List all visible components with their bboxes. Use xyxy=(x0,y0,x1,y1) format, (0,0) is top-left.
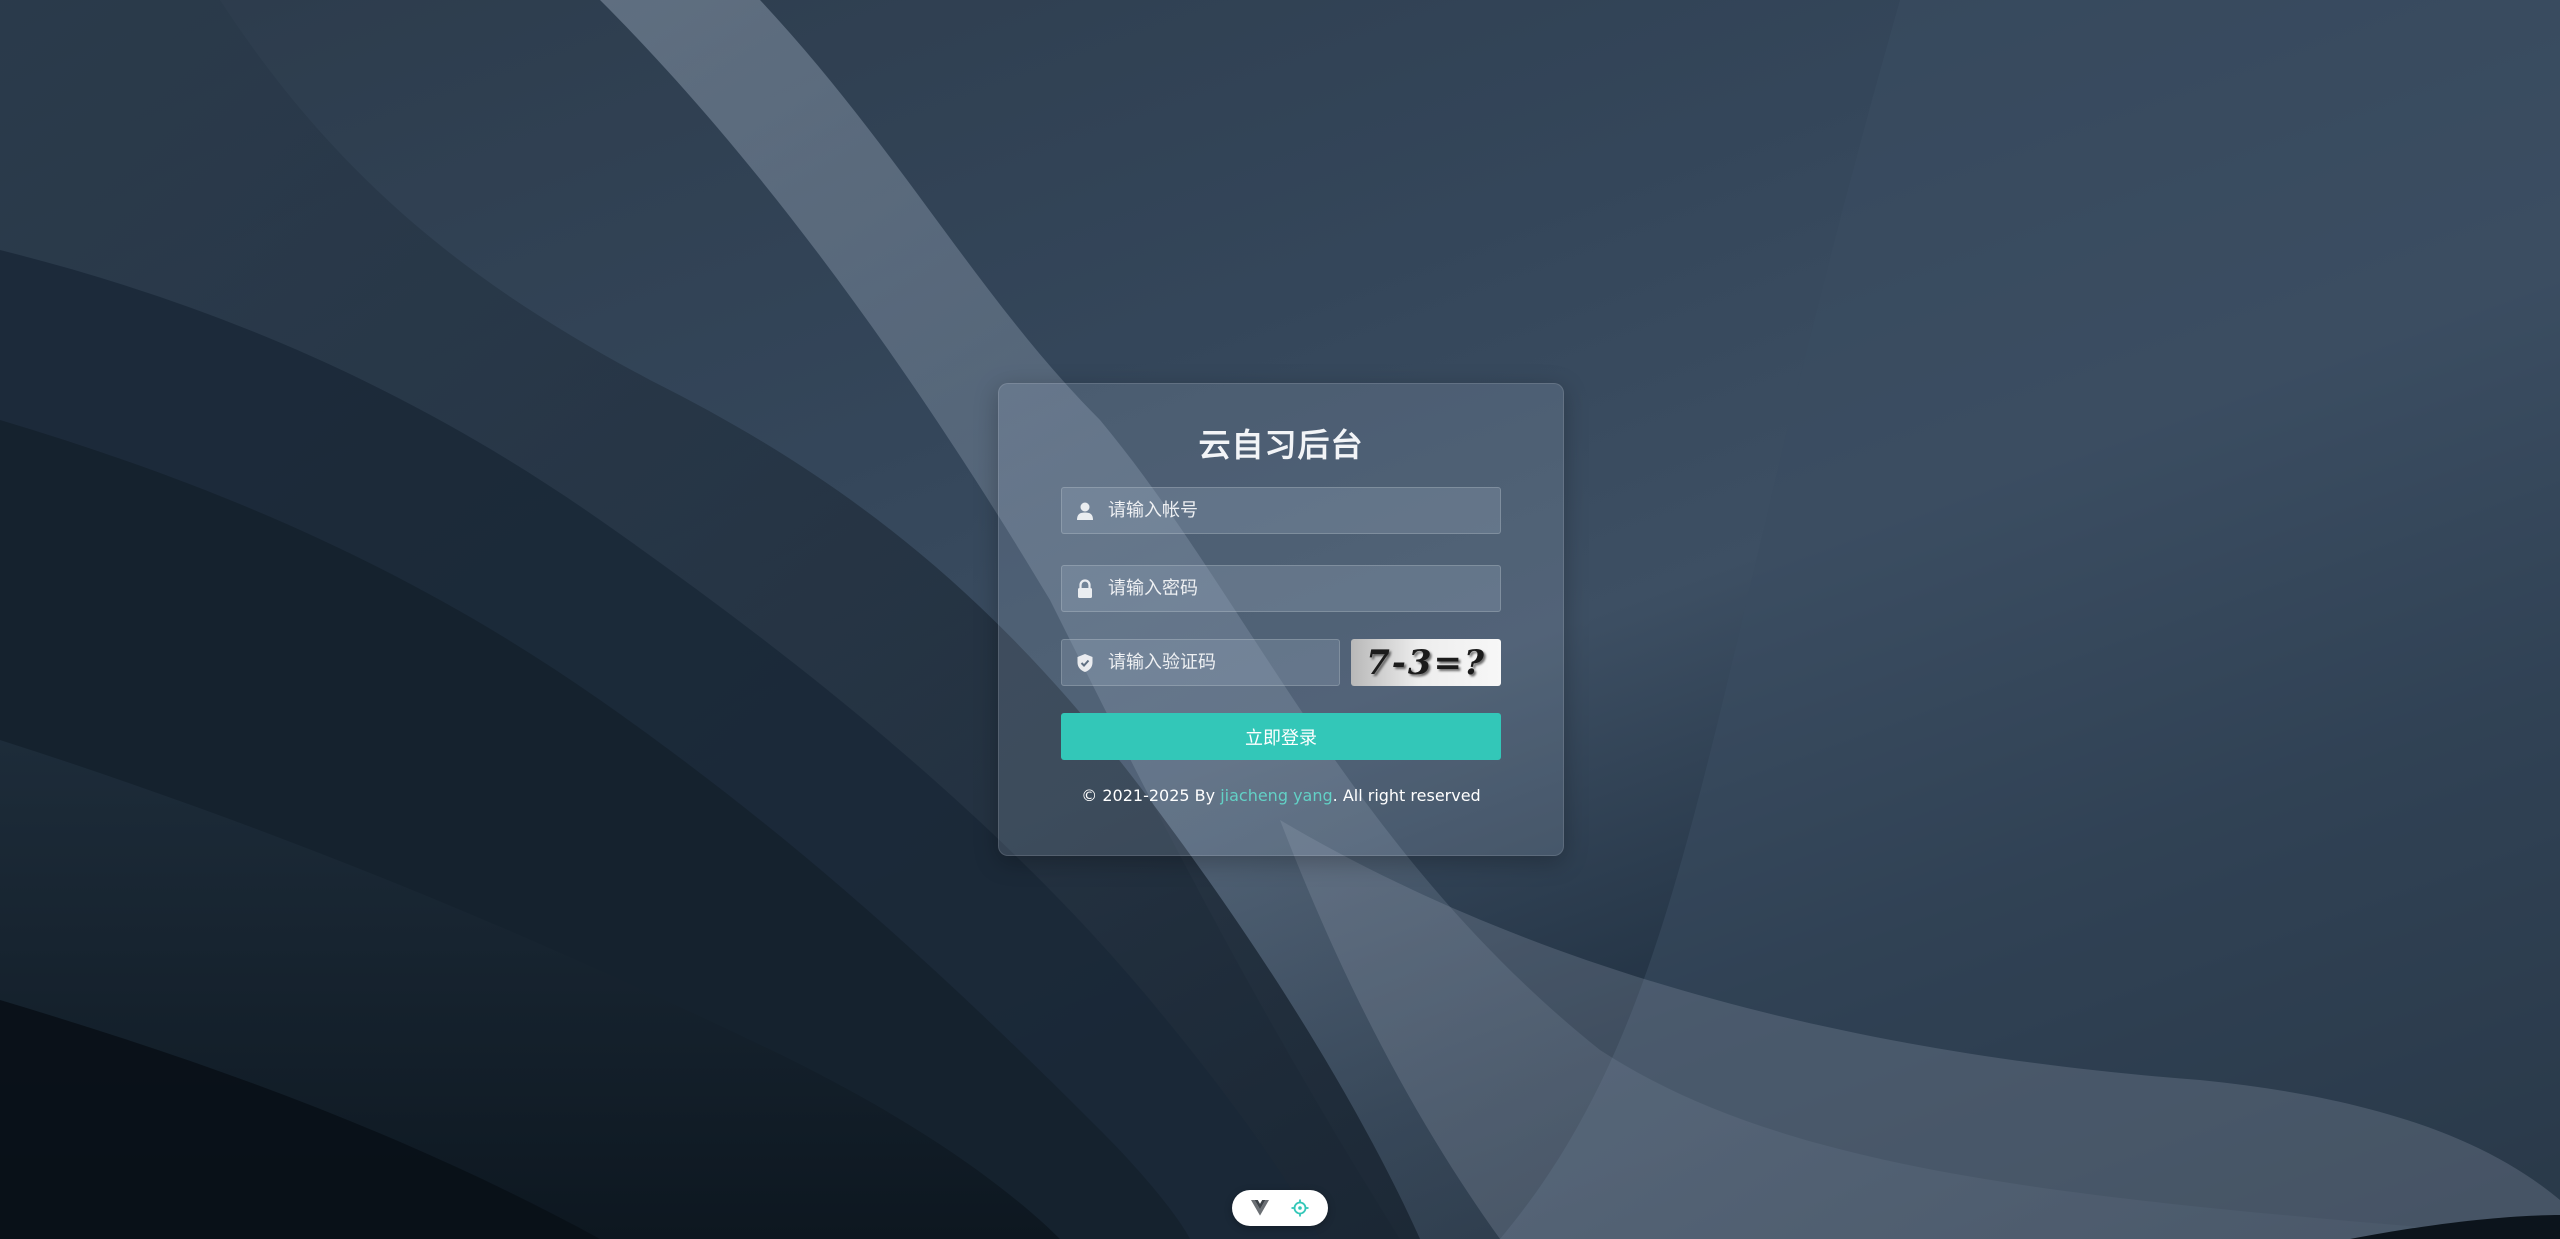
captcha-input[interactable] xyxy=(1108,640,1339,685)
crosshair-target-icon[interactable] xyxy=(1287,1195,1313,1221)
password-input[interactable] xyxy=(1108,566,1500,611)
author-link[interactable]: jiacheng yang xyxy=(1220,786,1332,805)
copyright-suffix: . All right reserved xyxy=(1332,786,1481,805)
user-icon xyxy=(1062,488,1108,533)
captcha-field[interactable] xyxy=(1061,639,1340,686)
account-field[interactable] xyxy=(1061,487,1501,534)
lock-icon xyxy=(1062,566,1108,611)
devtools-toolbar xyxy=(1232,1190,1328,1226)
password-field[interactable] xyxy=(1061,565,1501,612)
account-input[interactable] xyxy=(1108,488,1500,533)
login-card: 云自习后台 7-3=? 立即登录 xyxy=(998,383,1564,856)
captcha-text: 7-3=? xyxy=(1366,642,1486,683)
vue-logo-icon[interactable] xyxy=(1247,1195,1273,1221)
copyright-footer: © 2021-2025 By jiacheng yang. All right … xyxy=(999,786,1563,805)
login-button[interactable]: 立即登录 xyxy=(1061,713,1501,760)
captcha-image[interactable]: 7-3=? xyxy=(1351,639,1501,686)
shield-check-icon xyxy=(1062,640,1108,685)
login-title: 云自习后台 xyxy=(1198,426,1364,464)
copyright-prefix: © 2021-2025 By xyxy=(1081,786,1221,805)
